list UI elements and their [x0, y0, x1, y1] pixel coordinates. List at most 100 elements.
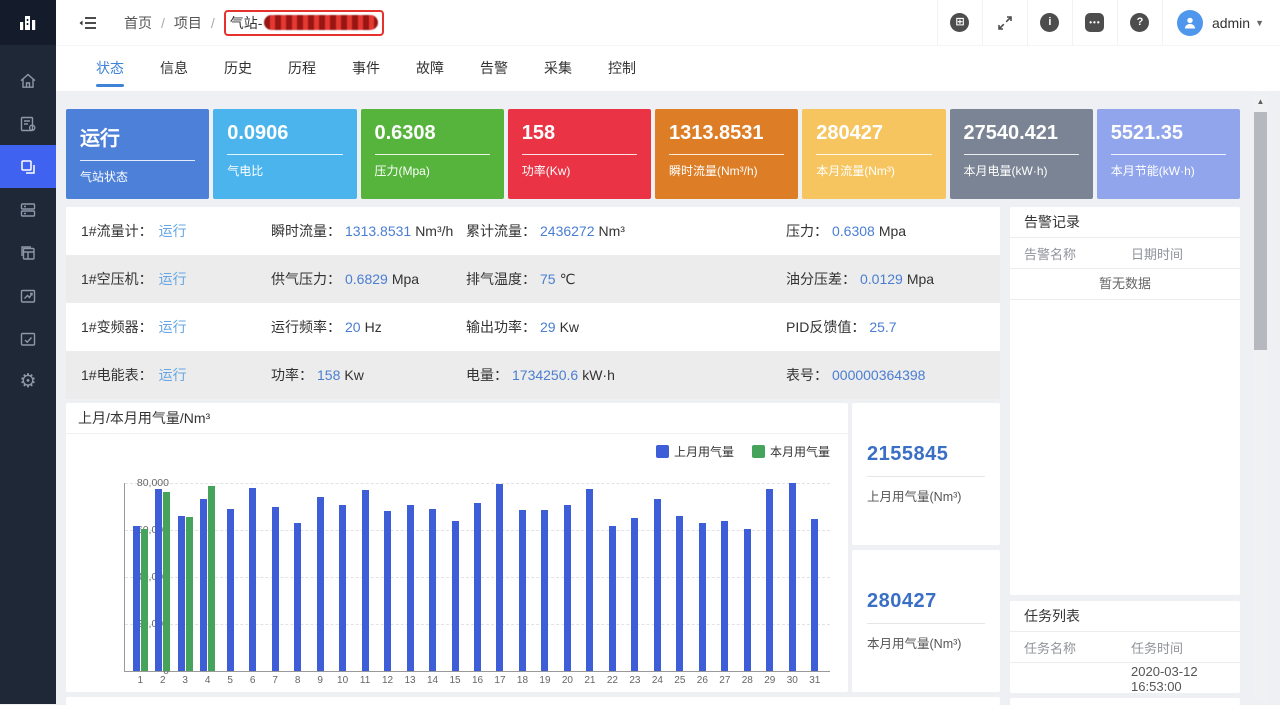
x-axis-tick: 9: [317, 675, 323, 686]
scrollbar-thumb[interactable]: [1254, 112, 1267, 350]
nav-grid-button[interactable]: ⊞: [937, 0, 982, 45]
breadcrumb-home[interactable]: 首页: [124, 13, 152, 33]
x-axis-tick: 16: [472, 675, 483, 686]
tab-2[interactable]: 信息: [142, 58, 206, 91]
x-axis-tick: 8: [295, 675, 301, 686]
bar-group: 13: [399, 483, 421, 671]
bar-group: 22: [601, 483, 623, 671]
tab-1[interactable]: 状态: [78, 58, 142, 91]
left-column: 1#流量计：运行瞬时流量：1313.8531Nm³/h累计流量：2436272N…: [66, 207, 1000, 705]
x-axis-tick: 3: [182, 675, 188, 686]
上月用气量-bar: [564, 505, 571, 671]
上月用气量-bar: [811, 519, 818, 671]
help-button[interactable]: ?: [1117, 0, 1162, 45]
x-axis-tick: 20: [562, 675, 573, 686]
navbar-actions: ⊞ i ••• ?: [937, 0, 1280, 45]
tab-8[interactable]: 采集: [526, 58, 590, 91]
sidebar-item-trend[interactable]: [0, 274, 56, 317]
device-field: 压力：0.6308Mpa: [786, 221, 1000, 241]
tab-7[interactable]: 告警: [462, 58, 526, 91]
device-name: 1#空压机：: [81, 271, 153, 287]
message-button[interactable]: •••: [1072, 0, 1117, 45]
fullscreen-icon: [997, 15, 1013, 31]
field-value: 1734250.6: [512, 367, 578, 383]
field-value: 2436272: [540, 223, 595, 239]
chart-title: 上月/本月用气量/Nm³: [66, 403, 848, 434]
legend-swatch-icon: [752, 445, 765, 458]
overlapping-squares-icon: [18, 157, 38, 177]
sidebar-item-projects[interactable]: [0, 145, 56, 188]
bar-group: 10: [331, 483, 353, 671]
right-column: 告警记录 告警名称 日期时间 暂无数据 任务列表 任务名称 任务时间: [1010, 207, 1240, 705]
bar-group: 31: [804, 483, 826, 671]
tab-6[interactable]: 故障: [398, 58, 462, 91]
device-field: 累计流量：2436272Nm³: [466, 221, 786, 241]
breadcrumb-project[interactable]: 项目: [174, 13, 202, 33]
bar-group: 28: [736, 483, 758, 671]
fullscreen-button[interactable]: [982, 0, 1027, 45]
x-axis-tick: 22: [607, 675, 618, 686]
last-month-usage-card: 2155845 上月用气量(Nm³): [852, 403, 1000, 545]
task-row[interactable]: 2020-03-12 16:53:00: [1010, 663, 1240, 693]
field-label: 输出功率：: [466, 319, 536, 335]
field-label: 瞬时流量：: [271, 223, 341, 239]
bar-group: 18: [511, 483, 533, 671]
bar-group: 20: [556, 483, 578, 671]
legend-swatch-icon: [656, 445, 669, 458]
sidebar-item-report[interactable]: [0, 102, 56, 145]
legend-item[interactable]: 上月用气量: [656, 443, 734, 460]
field-label: 功率：: [271, 367, 313, 383]
x-axis-tick: 2: [160, 675, 166, 686]
sidebar-item-tasks[interactable]: [0, 317, 56, 360]
上月用气量-bar: [429, 509, 436, 671]
上月用气量-bar: [541, 510, 548, 671]
本月用气量-bar: [208, 486, 215, 671]
vertical-scrollbar[interactable]: ▲: [1254, 95, 1267, 701]
tab-4[interactable]: 历程: [270, 58, 334, 91]
sidebar-item-home[interactable]: [0, 59, 56, 102]
上月用气量-bar: [339, 505, 346, 671]
本月用气量-bar: [141, 529, 148, 671]
bar-group: 26: [691, 483, 713, 671]
bar-group: 3: [174, 483, 196, 671]
device-name: 1#变频器：: [81, 319, 153, 335]
x-axis-tick: 12: [382, 675, 393, 686]
bar-group: 23: [624, 483, 646, 671]
x-axis-tick: 4: [205, 675, 211, 686]
this-month-usage-label: 本月用气量(Nm³): [867, 633, 1000, 652]
field-label: PID反馈值：: [786, 319, 865, 335]
alarm-empty-text: 暂无数据: [1010, 269, 1240, 300]
menu-collapse-icon[interactable]: [78, 14, 98, 32]
sidebar-item-settings[interactable]: ⚙: [0, 360, 56, 403]
field-unit: Hz: [365, 319, 382, 335]
this-month-usage-card: 280427 本月用气量(Nm³): [852, 550, 1000, 692]
sidebar-item-windows[interactable]: [0, 231, 56, 274]
x-axis-tick: 14: [427, 675, 438, 686]
middle-region: 1#流量计：运行瞬时流量：1313.8531Nm³/h累计流量：2436272N…: [66, 207, 1240, 705]
device-status-link[interactable]: 运行: [159, 271, 187, 287]
server-stack-icon: [18, 200, 38, 220]
x-axis-tick: 17: [494, 675, 505, 686]
tab-9[interactable]: 控制: [590, 58, 654, 91]
field-label: 电量：: [466, 367, 508, 383]
device-row: 1#变频器：运行运行频率：20Hz输出功率：29KwPID反馈值：25.7: [66, 303, 1000, 351]
stat-card-8: 5521.35本月节能(kW·h): [1097, 109, 1240, 199]
scroll-up-arrow-icon[interactable]: ▲: [1257, 95, 1265, 109]
app-logo: [0, 0, 56, 45]
user-menu[interactable]: admin ▼: [1162, 0, 1280, 45]
legend-item[interactable]: 本月用气量: [752, 443, 830, 460]
stat-card-value: 0.0906: [227, 122, 342, 145]
chevron-down-icon: ▼: [1255, 18, 1264, 28]
x-axis-tick: 24: [652, 675, 663, 686]
breadcrumb-station[interactable]: 气站-: [224, 10, 385, 36]
tab-3[interactable]: 历史: [206, 58, 270, 91]
device-status-link[interactable]: 运行: [159, 223, 187, 239]
info-button[interactable]: i: [1027, 0, 1072, 45]
sidebar-item-devices[interactable]: [0, 188, 56, 231]
stat-card-label: 气站状态: [80, 168, 195, 185]
device-status-link[interactable]: 运行: [159, 319, 187, 335]
tab-5[interactable]: 事件: [334, 58, 398, 91]
bar-group: 12: [376, 483, 398, 671]
device-status-link[interactable]: 运行: [159, 367, 187, 383]
x-axis-tick: 28: [742, 675, 753, 686]
